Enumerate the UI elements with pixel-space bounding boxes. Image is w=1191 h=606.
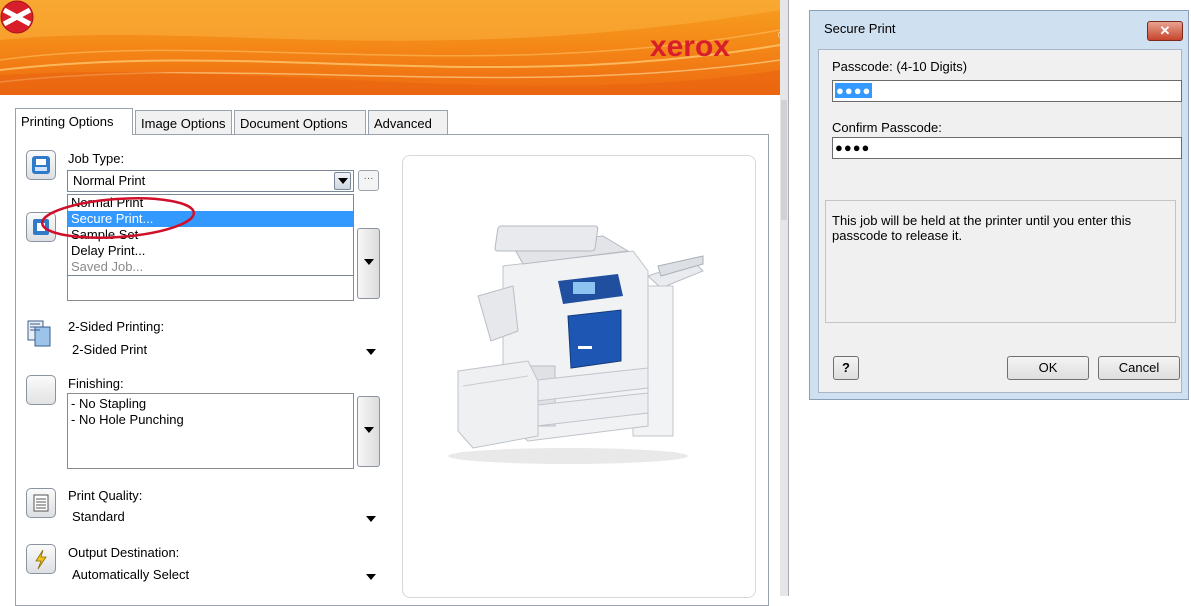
two-sided-button[interactable] xyxy=(25,318,55,348)
job-type-option-disabled: Saved Job... xyxy=(71,259,144,274)
highlight-ellipse xyxy=(40,197,196,239)
xerox-logo-icon xyxy=(0,0,34,34)
ok-button[interactable]: OK xyxy=(1007,356,1089,380)
duplex-pages-icon xyxy=(27,320,51,347)
info-message: This job will be held at the printer unt… xyxy=(832,213,1132,243)
passcode-input[interactable]: ●●●● xyxy=(832,80,1182,102)
job-type-more-button[interactable]: ··· xyxy=(358,170,379,191)
dialog-title: Secure Print xyxy=(824,21,896,36)
confirm-passcode-label: Confirm Passcode: xyxy=(832,120,942,135)
output-destination-button[interactable] xyxy=(26,544,56,574)
chevron-down-icon[interactable] xyxy=(366,516,376,522)
printer-preview-frame xyxy=(402,155,756,598)
printer-icon xyxy=(32,156,50,174)
job-type-button[interactable] xyxy=(26,150,56,180)
info-message-box: This job will be held at the printer unt… xyxy=(825,200,1176,323)
finishing-button[interactable] xyxy=(26,375,56,405)
xerox-banner: xerox ® xyxy=(0,0,780,95)
quality-lines-icon xyxy=(33,494,49,512)
help-icon: ? xyxy=(842,360,850,375)
scrollbar-thumb[interactable] xyxy=(781,100,787,220)
finishing-label: Finishing: xyxy=(68,376,124,391)
two-sided-select[interactable]: 2-Sided Print xyxy=(72,342,147,357)
finishing-line: - No Stapling xyxy=(71,396,147,411)
job-type-label: Job Type: xyxy=(68,151,125,166)
output-destination-label: Output Destination: xyxy=(68,545,180,560)
job-type-option[interactable]: Delay Print... xyxy=(68,243,353,259)
output-destination-select[interactable]: Automatically Select xyxy=(72,567,189,582)
tab-image-options[interactable]: Image Options xyxy=(135,110,232,134)
tab-document-options[interactable]: Document Options xyxy=(234,110,366,134)
two-sided-label: 2-Sided Printing: xyxy=(68,319,165,334)
cancel-button[interactable]: Cancel xyxy=(1098,356,1180,380)
vertical-scrollbar[interactable] xyxy=(780,0,788,596)
dialog-body: Passcode: (4-10 Digits) ●●●● Confirm Pas… xyxy=(818,49,1182,393)
close-button[interactable]: ✕ xyxy=(1147,21,1183,41)
multifunction-printer-image xyxy=(448,225,704,464)
passcode-value: ●●●● xyxy=(835,83,873,98)
printer-properties-window: xerox ® Printing Options Image Options D… xyxy=(0,0,789,606)
chevron-down-icon xyxy=(364,427,374,433)
print-quality-label: Print Quality: xyxy=(68,488,143,503)
finishing-line: - No Hole Punching xyxy=(71,412,184,427)
tab-printing-options[interactable]: Printing Options xyxy=(15,108,133,135)
passcode-label: Passcode: (4-10 Digits) xyxy=(832,59,968,74)
confirm-passcode-value: ●●●● xyxy=(835,140,871,155)
paper-options-button[interactable] xyxy=(357,228,380,299)
tab-advanced[interactable]: Advanced xyxy=(368,110,448,134)
confirm-passcode-input[interactable]: ●●●● xyxy=(832,137,1182,159)
finishing-options-button[interactable] xyxy=(357,396,380,467)
help-button[interactable]: ? xyxy=(833,356,859,380)
print-quality-select[interactable]: Standard xyxy=(72,509,125,524)
lightning-icon xyxy=(35,549,47,570)
job-type-dropdown-button[interactable] xyxy=(334,172,351,190)
close-icon: ✕ xyxy=(1159,23,1171,38)
secure-print-dialog: Secure Print ✕ Passcode: (4-10 Digits) ●… xyxy=(809,10,1189,400)
xerox-logo-text: xerox xyxy=(649,30,730,63)
print-quality-button[interactable] xyxy=(26,488,56,518)
job-type-select[interactable]: Normal Print xyxy=(67,170,354,192)
chevron-down-icon[interactable] xyxy=(366,349,376,355)
chevron-down-icon[interactable] xyxy=(366,574,376,580)
chevron-down-icon xyxy=(364,259,374,265)
chevron-down-icon xyxy=(338,178,348,184)
finishing-summary-box: - No Stapling - No Hole Punching xyxy=(67,393,354,469)
